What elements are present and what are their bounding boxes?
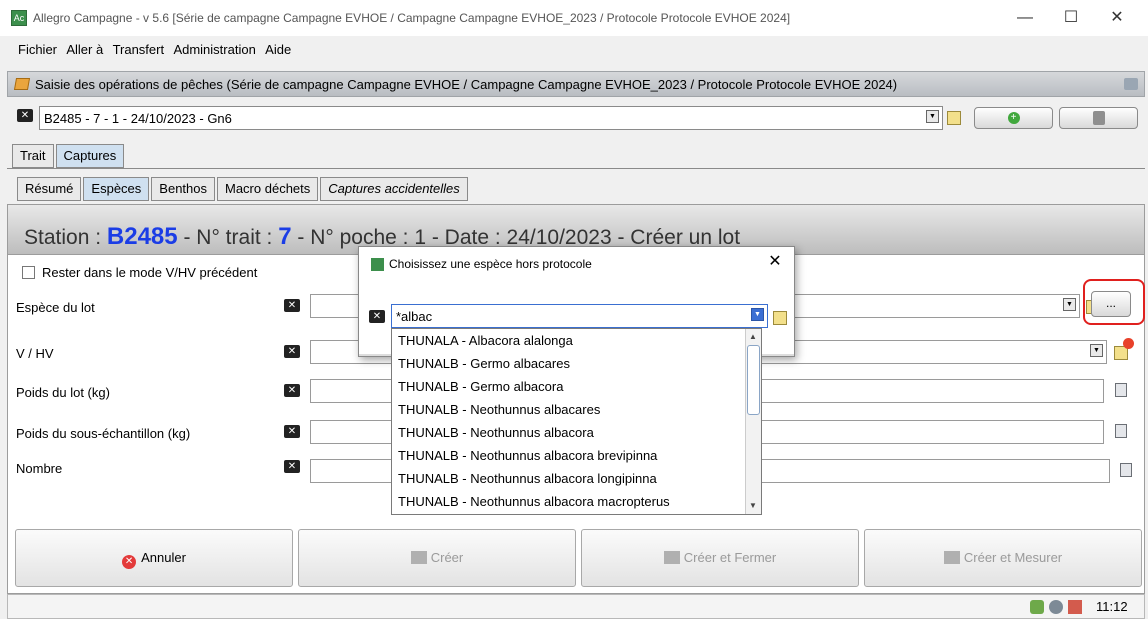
edit-icon[interactable] (773, 311, 787, 325)
warning-icon (1123, 338, 1134, 349)
tab-captures-accidentelles[interactable]: Captures accidentelles (320, 177, 468, 201)
lot-weight-label: Poids du lot (kg) (16, 385, 110, 400)
memory-icon (1068, 600, 1082, 614)
keep-mode-checkbox[interactable] (22, 266, 35, 279)
dialog-title: Choisissez une espèce hors protocole (389, 257, 592, 271)
station-prefix: Station : (24, 226, 107, 249)
status-bar: 11:12 (7, 594, 1145, 619)
window-title: Allegro Campagne - v 5.6 [Série de campa… (33, 11, 791, 25)
cancel-icon: ✕ (122, 555, 137, 569)
menu-transfert[interactable]: Transfert (110, 40, 168, 59)
list-item[interactable]: THUNALB - Neothunnus albacora (392, 421, 761, 444)
species-label: Espèce du lot (16, 300, 95, 315)
clear-count-x-icon[interactable]: ✕ (284, 460, 300, 473)
edit-frame-icon (13, 78, 31, 90)
species-dropdown-list: THUNALA - Albacora alalonga THUNALB - Ge… (391, 328, 762, 515)
cancel-label: Annuler (141, 550, 186, 565)
chevron-down-icon[interactable]: ▼ (1063, 298, 1076, 311)
app-icon: Ac (11, 10, 27, 26)
species-search-value: *albac (396, 309, 433, 324)
list-item[interactable]: THUNALB - Neothunnus albacora longipinna (392, 467, 761, 490)
menu-bar: Fichier Aller à Transfert Administration… (0, 40, 1148, 60)
save-icon (943, 551, 960, 564)
keep-mode-label: Rester dans le mode V/HV précédent (42, 265, 258, 280)
tab-trait[interactable]: Trait (12, 144, 54, 168)
scroll-thumb[interactable] (747, 345, 760, 415)
sync-icon (1030, 600, 1044, 614)
chevron-down-icon[interactable]: ▼ (926, 110, 939, 123)
network-icon (1049, 600, 1063, 614)
scroll-up-icon[interactable]: ▲ (749, 332, 757, 341)
clear-species-x-icon[interactable]: ✕ (284, 299, 300, 312)
frame-header: Saisie des opérations de pêches (Série d… (7, 71, 1145, 97)
edit-icon[interactable] (947, 111, 961, 125)
operation-row: ✕ B2485 - 7 - 1 - 24/10/2023 - Gn6 ▼ + (7, 104, 1145, 134)
calculator-icon[interactable] (1120, 463, 1132, 477)
list-item[interactable]: THUNALB - Neothunnus albacares (392, 398, 761, 421)
operation-select[interactable]: B2485 - 7 - 1 - 24/10/2023 - Gn6 ▼ (39, 106, 943, 130)
clear-subsample-x-icon[interactable]: ✕ (284, 425, 300, 438)
chevron-down-icon[interactable]: ▼ (751, 308, 764, 321)
list-item[interactable]: THUNALB - Germo albacares (392, 352, 761, 375)
annotation-highlight (1083, 279, 1145, 325)
tab-especes[interactable]: Espèces (83, 177, 150, 201)
create-button[interactable]: Créer (298, 529, 576, 587)
tabs-divider (7, 168, 1145, 169)
create-close-button[interactable]: Créer et Fermer (581, 529, 859, 587)
chevron-down-icon[interactable]: ▼ (1090, 344, 1103, 357)
list-item[interactable]: THUNALB - Neothunnus albacora macropteru… (392, 490, 761, 513)
tab-resume[interactable]: Résumé (17, 177, 82, 201)
menu-fichier[interactable]: Fichier (15, 40, 60, 59)
cancel-button[interactable]: ✕ Annuler (15, 529, 293, 587)
count-label: Nombre (16, 461, 63, 476)
frame-title: Saisie des opérations de pêches (Série d… (35, 77, 898, 92)
vhv-label: V / HV (16, 346, 54, 361)
tab-macro-dechets[interactable]: Macro déchets (217, 177, 319, 201)
status-time: 11:12 (1096, 599, 1128, 614)
station-code: B2485 (106, 223, 178, 250)
list-scrollbar[interactable]: ▲ ▼ (745, 329, 761, 514)
clear-search-x-icon[interactable]: ✕ (369, 310, 385, 323)
list-item[interactable]: THUNALB - Germo albacora (392, 375, 761, 398)
menu-administration[interactable]: Administration (170, 40, 258, 59)
clear-vhv-x-icon[interactable]: ✕ (284, 345, 300, 358)
trait-number: 7 (278, 223, 292, 250)
main-tabs: Trait Captures (12, 144, 126, 168)
close-window-button[interactable]: ✕ (1094, 0, 1140, 36)
operation-select-value: B2485 - 7 - 1 - 24/10/2023 - Gn6 (44, 111, 232, 126)
list-item[interactable]: THUNALB - Neothunnus albacora brevipinna (392, 444, 761, 467)
save-icon (663, 551, 680, 564)
list-item[interactable]: THUNALA - Albacora alalonga (392, 329, 761, 352)
clear-lot-weight-x-icon[interactable]: ✕ (284, 384, 300, 397)
tab-benthos[interactable]: Benthos (151, 177, 215, 201)
reset-x-icon[interactable]: ✕ (17, 109, 33, 122)
minimize-button[interactable]: — (1002, 0, 1048, 36)
frame-menu-icon[interactable] (1124, 78, 1138, 90)
create-measure-button[interactable]: Créer et Mesurer (864, 529, 1142, 587)
calculator-icon[interactable] (1115, 424, 1127, 438)
maximize-button[interactable]: ☐ (1048, 0, 1094, 36)
subsample-weight-label: Poids du sous-échantillon (kg) (16, 426, 191, 441)
scroll-down-icon[interactable]: ▼ (749, 501, 757, 510)
create-close-label: Créer et Fermer (683, 550, 777, 565)
trash-icon (1092, 111, 1105, 125)
create-label: Créer (430, 550, 464, 565)
menu-aller-a[interactable]: Aller à (63, 40, 106, 59)
add-operation-button[interactable]: + (974, 107, 1053, 129)
species-search-input[interactable]: *albac ▼ (391, 304, 768, 328)
window-titlebar: Ac Allegro Campagne - v 5.6 [Série de ca… (0, 0, 1148, 36)
calculator-icon[interactable] (1115, 383, 1127, 397)
close-dialog-button[interactable]: ✕ (764, 251, 786, 273)
app-icon (371, 258, 384, 271)
menu-aide[interactable]: Aide (262, 40, 294, 59)
create-measure-label: Créer et Mesurer (963, 550, 1063, 565)
trait-label: - N° trait : (177, 226, 279, 249)
tab-captures[interactable]: Captures (55, 144, 125, 168)
sub-tabs: Résumé Espèces Benthos Macro déchets Capture… (17, 177, 470, 201)
plus-icon: + (1007, 112, 1020, 124)
save-icon (410, 551, 427, 564)
delete-operation-button[interactable] (1059, 107, 1138, 129)
